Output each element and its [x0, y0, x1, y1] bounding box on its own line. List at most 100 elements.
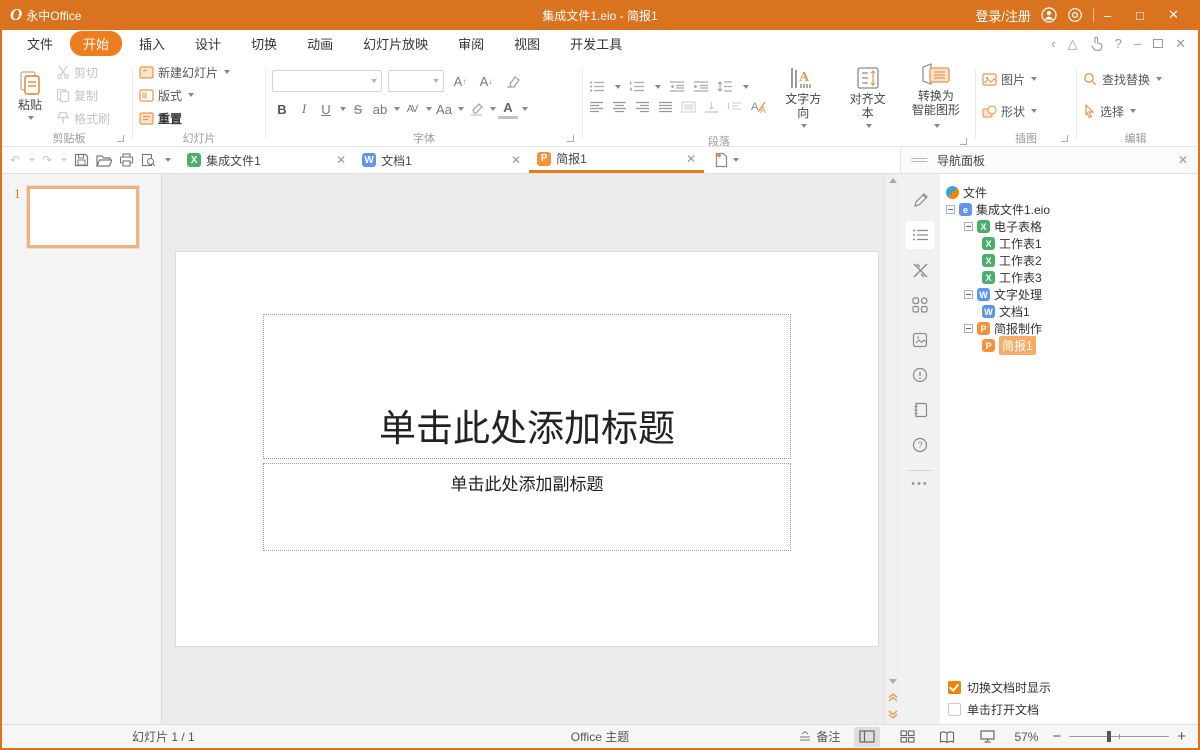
- numbering-icon[interactable]: [629, 80, 645, 93]
- tree-item-document1[interactable]: W 文档1: [946, 303, 1198, 320]
- tree-item-integrated-file[interactable]: e 集成文件1.eio: [946, 201, 1198, 218]
- distribute-icon[interactable]: [681, 101, 696, 113]
- slideshow-view-button[interactable]: [974, 727, 1000, 747]
- paragraph-dialog-launcher[interactable]: [960, 138, 967, 145]
- subtitle-placeholder[interactable]: 单击此处添加副标题: [263, 463, 791, 551]
- tab-document1[interactable]: W 文档1 ✕: [354, 147, 529, 173]
- navigation-list-icon[interactable]: [905, 221, 935, 249]
- clear-format-icon[interactable]: [502, 70, 522, 92]
- scroll-up-icon[interactable]: [889, 178, 897, 183]
- new-slide-button[interactable]: 新建幻灯片: [139, 62, 259, 82]
- menu-home[interactable]: 开始: [70, 31, 122, 56]
- decrease-indent-icon[interactable]: [669, 80, 685, 93]
- maximize-button[interactable]: □: [1136, 8, 1158, 23]
- menu-view[interactable]: 视图: [501, 31, 553, 56]
- cut-button[interactable]: 剪切: [56, 62, 110, 82]
- close-button[interactable]: ✕: [1168, 7, 1190, 23]
- doc-restore-icon[interactable]: [1153, 36, 1163, 51]
- title-placeholder[interactable]: 单击此处添加标题: [263, 314, 791, 459]
- tab-integrated-file[interactable]: X 集成文件1 ✕: [179, 147, 354, 173]
- doc-minimize-icon[interactable]: –: [1134, 36, 1141, 51]
- chevron-left-icon[interactable]: ‹: [1051, 36, 1055, 51]
- menu-review[interactable]: 审阅: [445, 31, 497, 56]
- redo-icon[interactable]: ↷: [42, 153, 52, 167]
- convert-smartart-button[interactable]: 转换为智能图形: [903, 61, 969, 133]
- menu-animations[interactable]: 动画: [294, 31, 346, 56]
- print-preview-icon[interactable]: [141, 153, 156, 167]
- bullets-icon[interactable]: [589, 80, 605, 93]
- user-avatar-icon[interactable]: [1041, 7, 1057, 23]
- justify-icon[interactable]: [658, 101, 673, 113]
- tools-icon[interactable]: [905, 256, 935, 284]
- nav-panel-close-icon[interactable]: ✕: [1178, 153, 1188, 167]
- panel-drag-handle-icon[interactable]: [911, 158, 927, 162]
- minimize-button[interactable]: –: [1104, 8, 1126, 23]
- italic-button[interactable]: I: [294, 98, 314, 120]
- zoom-in-button[interactable]: +: [1177, 728, 1186, 745]
- zoom-out-button[interactable]: −: [1052, 728, 1061, 745]
- align-bottom-icon[interactable]: [704, 101, 719, 113]
- tree-item-spreadsheet-section[interactable]: X 电子表格: [946, 218, 1198, 235]
- zoom-slider[interactable]: − +: [1052, 728, 1186, 745]
- undo-icon[interactable]: ↶: [10, 153, 20, 167]
- tab-presentation1[interactable]: P 简报1 ✕: [529, 147, 704, 173]
- login-register-link[interactable]: 登录/注册: [975, 6, 1031, 25]
- apps-grid-icon[interactable]: [905, 291, 935, 319]
- find-replace-button[interactable]: 查找替换: [1083, 69, 1162, 89]
- highlight-color-button[interactable]: [466, 98, 486, 120]
- format-painter-button[interactable]: 格式刷: [56, 108, 110, 128]
- slide-thumbnail[interactable]: [27, 186, 139, 248]
- slide-sorter-view-button[interactable]: [894, 727, 920, 747]
- menu-insert[interactable]: 插入: [126, 31, 178, 56]
- canvas-scrollbar[interactable]: [884, 174, 900, 724]
- close-tab-icon[interactable]: ✕: [336, 153, 346, 167]
- tree-item-sheet2[interactable]: X 工作表2: [946, 252, 1198, 269]
- collapse-ribbon-icon[interactable]: △: [1068, 36, 1078, 52]
- picture-button[interactable]: 图片: [982, 69, 1037, 89]
- reading-view-button[interactable]: [934, 727, 960, 747]
- more-options-icon[interactable]: •••: [911, 478, 929, 490]
- clipboard-dialog-launcher[interactable]: [117, 135, 124, 142]
- grow-font-button[interactable]: A↑: [450, 70, 470, 92]
- collapse-expander-icon[interactable]: [964, 222, 973, 231]
- checked-checkbox-icon[interactable]: [948, 681, 961, 694]
- slide-canvas[interactable]: 单击此处添加标题 单击此处添加副标题: [176, 252, 878, 646]
- settings-icon[interactable]: [1067, 7, 1083, 23]
- collapse-expander-icon[interactable]: [964, 290, 973, 299]
- select-button[interactable]: 选择: [1083, 101, 1162, 121]
- image-panel-icon[interactable]: [905, 326, 935, 354]
- warning-info-icon[interactable]: [905, 361, 935, 389]
- previous-slide-icon[interactable]: [888, 692, 898, 702]
- save-icon[interactable]: [74, 153, 89, 167]
- menu-file[interactable]: 文件: [14, 31, 66, 56]
- doc-close-icon[interactable]: ✕: [1175, 36, 1186, 52]
- change-case-button[interactable]: Aa: [434, 98, 454, 120]
- text-direction-button[interactable]: A 文字方向: [774, 64, 832, 130]
- paste-button[interactable]: 粘贴: [12, 68, 48, 122]
- bold-button[interactable]: B: [272, 98, 292, 120]
- layout-button[interactable]: 版式: [139, 85, 259, 105]
- menu-design[interactable]: 设计: [182, 31, 234, 56]
- help-icon[interactable]: ?: [1115, 36, 1122, 51]
- collapse-expander-icon[interactable]: [964, 324, 973, 333]
- collapse-expander-icon[interactable]: [946, 205, 955, 214]
- unchecked-checkbox-icon[interactable]: [948, 703, 961, 716]
- tree-item-wordprocessing-section[interactable]: W 文字处理: [946, 286, 1198, 303]
- normal-view-button[interactable]: [854, 727, 880, 747]
- new-document-button[interactable]: [714, 152, 739, 168]
- scroll-down-icon[interactable]: [889, 679, 897, 684]
- reset-slide-button[interactable]: 重置: [139, 108, 259, 128]
- shapes-button[interactable]: 形状: [982, 101, 1037, 121]
- close-tab-icon[interactable]: ✕: [511, 153, 521, 167]
- underline-button[interactable]: U: [316, 98, 336, 120]
- next-slide-icon[interactable]: [888, 710, 898, 720]
- font-size-select[interactable]: [388, 70, 444, 92]
- font-name-select[interactable]: [272, 70, 382, 92]
- print-icon[interactable]: [119, 153, 134, 167]
- close-tab-icon[interactable]: ✕: [686, 152, 696, 166]
- open-icon[interactable]: [96, 154, 112, 167]
- tree-item-presentation-section[interactable]: P 简报制作: [946, 320, 1198, 337]
- illustrations-dialog-launcher[interactable]: [1061, 135, 1068, 142]
- font-color-button[interactable]: A: [498, 100, 518, 119]
- align-center-icon[interactable]: [612, 101, 627, 113]
